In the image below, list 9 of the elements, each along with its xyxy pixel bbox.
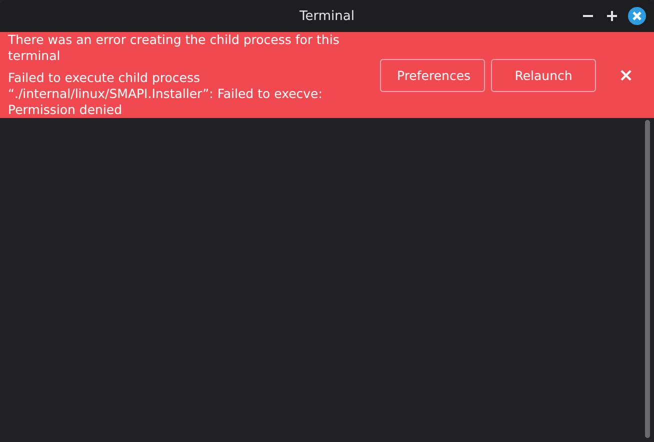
scrollbar[interactable] xyxy=(645,120,650,438)
close-icon[interactable] xyxy=(628,7,646,25)
dismiss-button[interactable]: × xyxy=(614,63,638,87)
window-title: Terminal xyxy=(300,8,354,24)
banner-button[interactable]: Relaunch xyxy=(491,58,596,92)
maximize-icon[interactable] xyxy=(604,8,620,24)
banner-button[interactable]: Preferences xyxy=(380,58,485,92)
error-heading: There was an error creating the child process for this terminal xyxy=(8,32,340,64)
error-detail: Failed to execute child process “./internal/linux/SMAPI.Installer”: Failed to execve: Permission denied xyxy=(8,70,324,118)
